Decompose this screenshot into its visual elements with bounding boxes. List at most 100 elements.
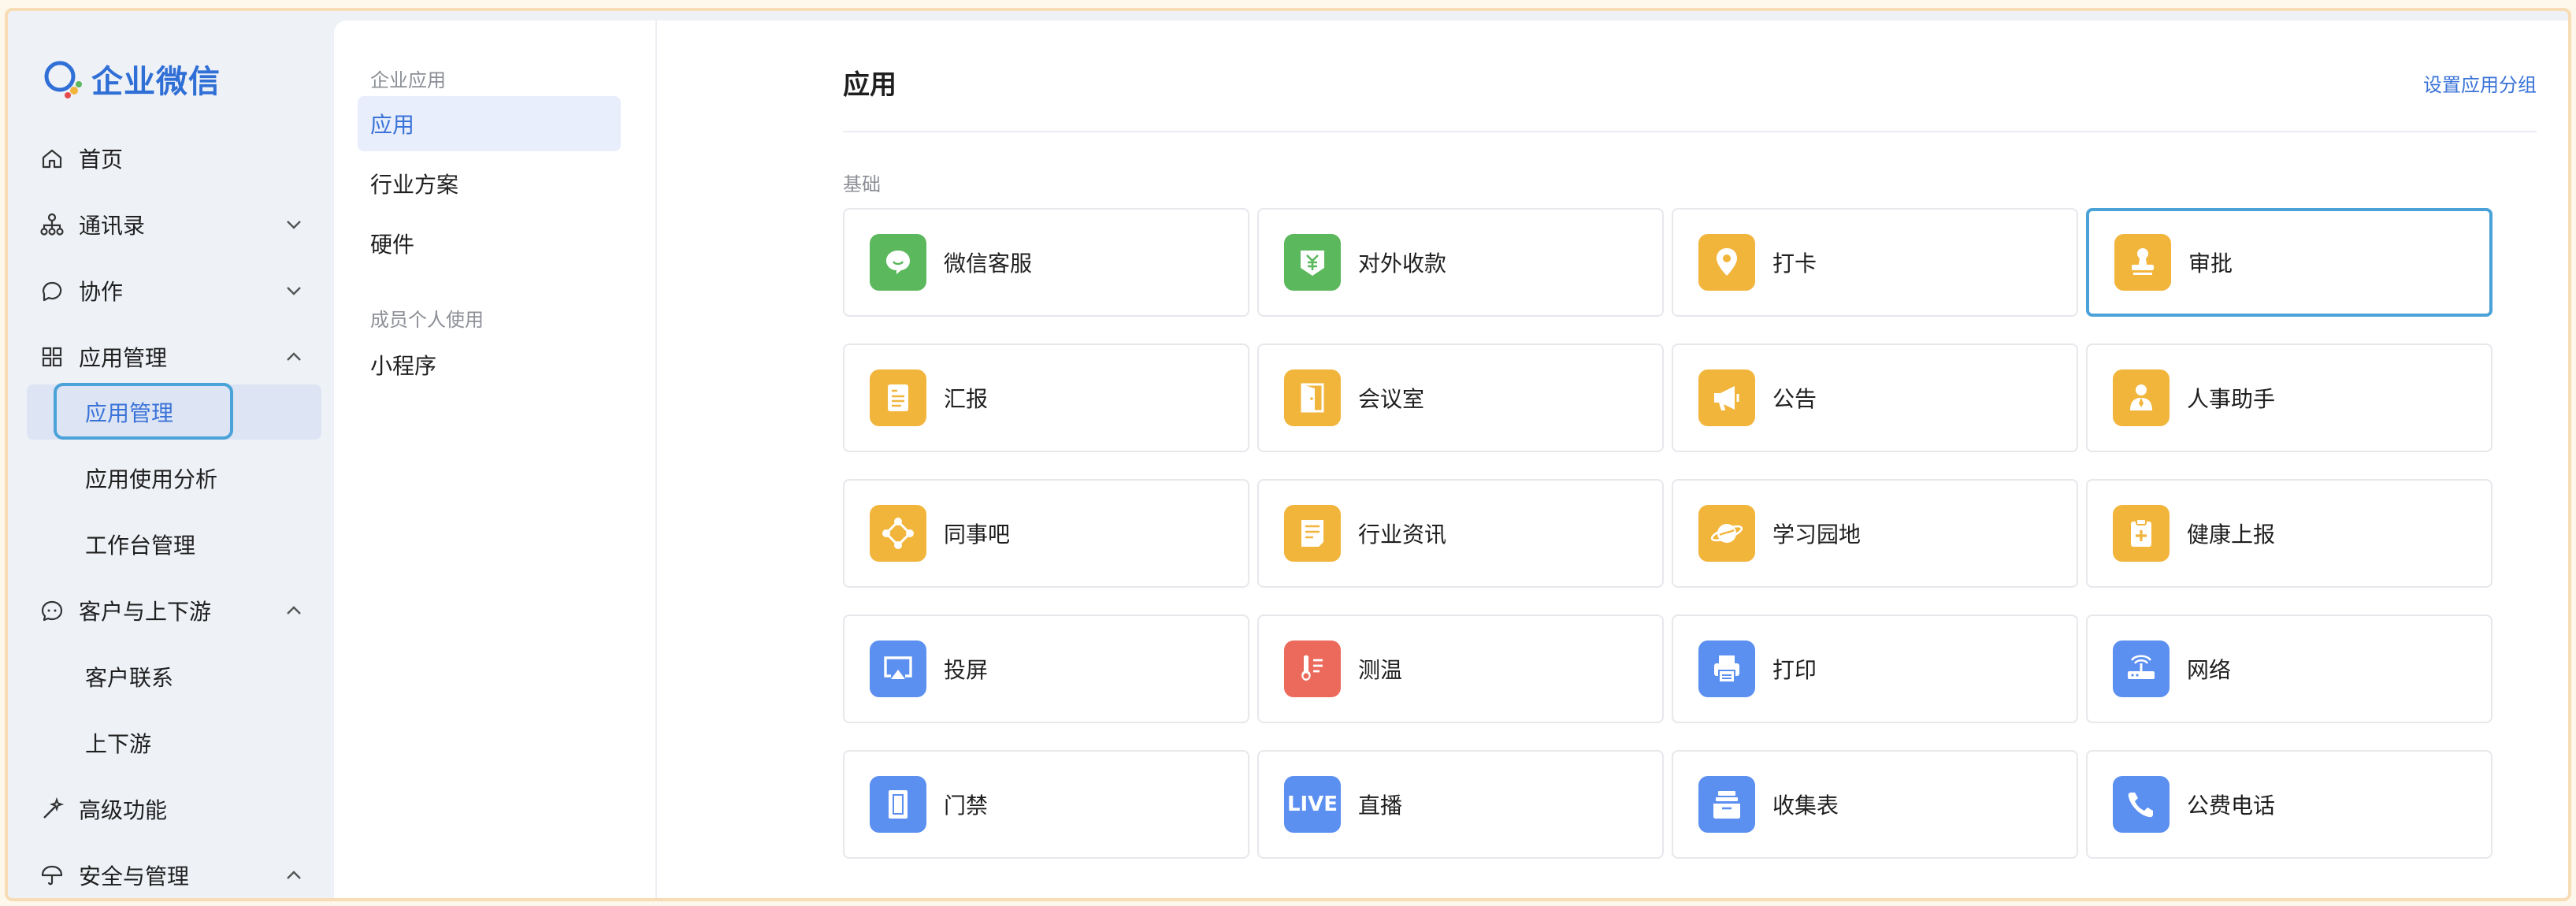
stamp-icon xyxy=(2114,234,2171,291)
app-card[interactable]: 对外收款 xyxy=(1257,208,1664,317)
nav-customers[interactable]: 客户与上下游 xyxy=(8,583,334,638)
app-name: 打印 xyxy=(1772,657,1817,683)
section-label-basic: 基础 xyxy=(843,173,881,195)
app-card[interactable]: 门禁 xyxy=(843,750,1249,859)
section-label-personal-use: 成员个人使用 xyxy=(370,309,484,331)
nav-advanced-label: 高级功能 xyxy=(79,797,168,823)
app-card[interactable]: 收集表 xyxy=(1672,750,2078,859)
category-mini-programs[interactable]: 小程序 xyxy=(358,337,621,392)
nav-home[interactable]: 首页 xyxy=(8,131,334,186)
phone-icon xyxy=(2113,776,2170,833)
app-card[interactable]: 网络 xyxy=(2086,615,2492,723)
chevron-up-icon[interactable] xyxy=(284,600,304,621)
category-industry-solutions[interactable]: 行业方案 xyxy=(358,156,621,211)
app-card[interactable]: 学习园地 xyxy=(1672,479,2078,588)
app-name: 会议室 xyxy=(1358,386,1425,412)
nav-home-label: 首页 xyxy=(79,147,124,173)
thermometer-icon xyxy=(1284,641,1341,697)
app-name: 公费电话 xyxy=(2187,793,2276,819)
divider xyxy=(843,131,2537,132)
page-title: 应用 xyxy=(843,69,896,101)
logo-text: 企业微信 xyxy=(91,64,221,100)
printer-icon xyxy=(1698,641,1755,697)
category-label: 小程序 xyxy=(370,353,437,379)
megaphone-icon xyxy=(1698,369,1755,426)
app-card[interactable]: 审批 xyxy=(2086,208,2492,317)
umbrella-icon xyxy=(39,863,65,888)
section-label-enterprise-apps: 企业应用 xyxy=(370,69,446,91)
nav-sub-upstream-downstream[interactable]: 上下游 xyxy=(27,715,321,770)
app-card[interactable]: 行业资讯 xyxy=(1257,479,1664,588)
app-name: 对外收款 xyxy=(1358,251,1447,277)
app-card[interactable]: 公告 xyxy=(1672,343,2078,452)
wecom-logo-icon xyxy=(44,61,82,98)
app-name: 健康上报 xyxy=(2187,522,2276,548)
nav-app-management-label: 应用管理 xyxy=(79,345,168,371)
magic-wand-icon xyxy=(39,796,65,822)
nav-collab-label: 协作 xyxy=(79,279,124,305)
wechat-service-icon xyxy=(870,234,926,291)
chevron-up-icon[interactable] xyxy=(284,347,304,367)
category-panel: 企业应用 应用 行业方案 硬件 成员个人使用 小程序 xyxy=(334,20,657,898)
app-name: 直播 xyxy=(1358,793,1403,819)
category-label: 硬件 xyxy=(370,232,415,258)
nav-security-label: 安全与管理 xyxy=(79,863,190,889)
app-card[interactable]: 同事吧 xyxy=(843,479,1249,588)
set-app-groups-link[interactable]: 设置应用分组 xyxy=(2423,69,2537,97)
nav-contacts[interactable]: 通讯录 xyxy=(8,197,334,252)
screencast-icon xyxy=(870,641,926,697)
grid-icon xyxy=(39,344,65,369)
selection-highlight xyxy=(54,383,233,440)
nav-app-management[interactable]: 应用管理 xyxy=(8,329,334,384)
collab-icon xyxy=(39,278,65,303)
news-icon xyxy=(1284,505,1341,562)
app-name: 汇报 xyxy=(944,386,989,412)
category-hardware[interactable]: 硬件 xyxy=(358,216,621,271)
home-icon xyxy=(39,146,65,171)
logo: 企业微信 xyxy=(39,55,221,102)
app-card[interactable]: 投屏 xyxy=(843,615,1249,723)
app-card[interactable]: 打卡 xyxy=(1672,208,2078,317)
live-badge-text: LIVE xyxy=(1286,793,1338,816)
nav-sub-label: 客户联系 xyxy=(85,665,174,691)
nav-customers-label: 客户与上下游 xyxy=(79,599,212,625)
app-name: 审批 xyxy=(2188,251,2233,277)
main-content: 应用 设置应用分组 基础 微信客服 对外收款 打卡 审批汇报 会议室 公告 人事助手同事吧 行… xyxy=(657,20,2568,898)
app-name: 测温 xyxy=(1358,657,1403,683)
nav-sub-label: 上下游 xyxy=(85,731,152,757)
location-pin-icon xyxy=(1698,234,1755,291)
app-card[interactable]: 人事助手 xyxy=(2086,343,2492,452)
person-icon xyxy=(2113,369,2170,426)
app-card[interactable]: 公费电话 xyxy=(2086,750,2492,859)
door-icon xyxy=(1284,369,1341,426)
app-name: 行业资讯 xyxy=(1358,522,1447,548)
nav-sub-app-usage[interactable]: 应用使用分析 xyxy=(27,451,321,506)
nav-collab[interactable]: 协作 xyxy=(8,263,334,318)
org-chart-icon xyxy=(39,212,65,237)
chevron-up-icon[interactable] xyxy=(284,865,304,886)
nav-advanced[interactable]: 高级功能 xyxy=(8,782,334,837)
category-label: 应用 xyxy=(370,112,415,138)
network-icon xyxy=(870,505,926,562)
app-card[interactable]: 会议室 xyxy=(1257,343,1664,452)
chat-smile-icon xyxy=(39,598,65,623)
app-name: 微信客服 xyxy=(944,251,1033,277)
nav-security[interactable]: 安全与管理 xyxy=(8,848,334,898)
nav-sub-label: 应用使用分析 xyxy=(85,466,218,492)
app-card[interactable]: 汇报 xyxy=(843,343,1249,452)
app-card[interactable]: LIVE 直播 xyxy=(1257,750,1664,859)
app-card[interactable]: 健康上报 xyxy=(2086,479,2492,588)
app-name: 门禁 xyxy=(944,793,989,819)
nav-sub-workbench[interactable]: 工作台管理 xyxy=(27,517,321,572)
app-card[interactable]: 打印 xyxy=(1672,615,2078,723)
chevron-down-icon[interactable] xyxy=(284,280,304,301)
nav-sub-label: 工作台管理 xyxy=(85,533,196,559)
app-name: 网络 xyxy=(2187,657,2232,683)
category-apps[interactable]: 应用 xyxy=(358,96,621,151)
nav-sub-customer-contact[interactable]: 客户联系 xyxy=(27,649,321,704)
app-card[interactable]: 测温 xyxy=(1257,615,1664,723)
chevron-down-icon[interactable] xyxy=(284,214,304,235)
app-card[interactable]: 微信客服 xyxy=(843,208,1249,317)
app-name: 学习园地 xyxy=(1772,522,1861,548)
app-name: 同事吧 xyxy=(944,522,1011,548)
